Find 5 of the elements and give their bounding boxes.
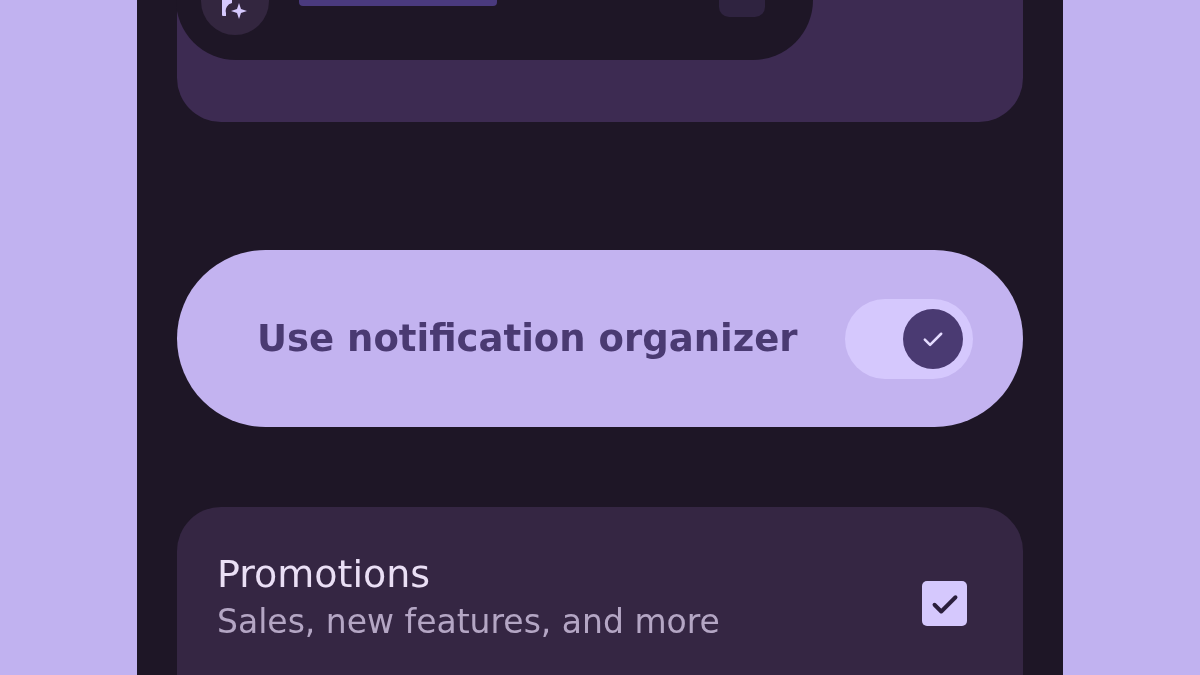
- organizer-toggle-row[interactable]: Use notification organizer: [177, 250, 1023, 427]
- checkbox[interactable]: [922, 581, 967, 626]
- category-subtitle: Sales, new features, and more: [217, 602, 720, 641]
- category-title: Promotions: [217, 552, 432, 596]
- toggle-label: Use notification organizer: [257, 317, 798, 360]
